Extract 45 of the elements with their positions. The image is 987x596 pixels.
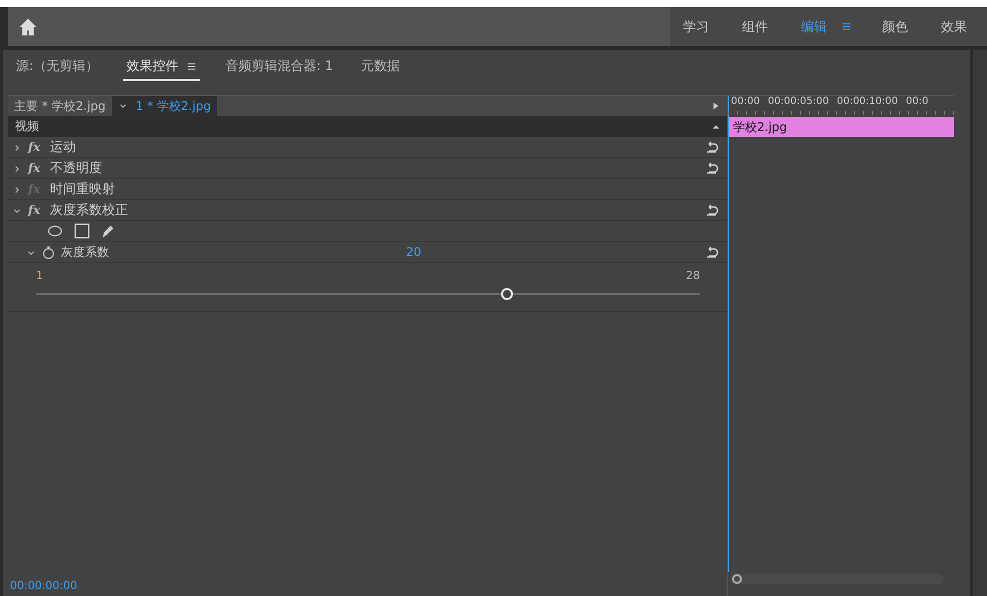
stopwatch-icon xyxy=(42,246,55,258)
slider-min: 1 xyxy=(36,269,43,282)
clip-tab[interactable]: 主要 * 学校2.jpg xyxy=(8,96,112,116)
workspace-tab[interactable]: 颜色 xyxy=(868,18,928,36)
reset-icon[interactable] xyxy=(705,204,719,216)
fx-icon[interactable]: fx xyxy=(28,161,44,175)
horizontal-scrollbar[interactable] xyxy=(730,574,944,584)
workspace-tab[interactable]: 组件 xyxy=(729,18,788,36)
effect-name: 不透明度 xyxy=(50,160,102,177)
panel-tab[interactable]: 源:（无剪辑） xyxy=(13,55,102,81)
slider-thumb[interactable] xyxy=(500,288,513,300)
workspace-tab[interactable]: 编辑 xyxy=(788,18,869,36)
effect-name: 时间重映射 xyxy=(50,181,115,198)
reset-icon[interactable] xyxy=(705,141,719,153)
home-icon xyxy=(18,16,38,36)
panel-tab[interactable]: 元数据 xyxy=(358,55,404,81)
effect-name: 运动 xyxy=(50,139,76,156)
reset-icon[interactable] xyxy=(705,246,719,258)
clip-label: 学校2.jpg xyxy=(733,118,788,136)
ruler-label: 00:00:05:00 xyxy=(768,96,829,107)
menu-icon xyxy=(841,21,852,32)
workspace-tab[interactable]: 效果 xyxy=(928,18,987,36)
menu-icon xyxy=(186,60,198,72)
play-arrow-icon xyxy=(711,101,721,111)
panel-tab[interactable]: 效果控件 xyxy=(123,55,200,81)
ruler-label: 00:00:10:00 xyxy=(836,96,898,107)
fx-icon[interactable]: fx xyxy=(28,140,44,154)
rectangle-mask-icon xyxy=(74,223,90,239)
ruler-label: 00:0 xyxy=(906,96,928,107)
param-name: 灰度系数 xyxy=(61,244,109,260)
param-value[interactable]: 20 xyxy=(406,245,422,259)
panel-tab[interactable]: 音频剪辑混合器: 1 xyxy=(222,55,336,81)
section-label: 视频 xyxy=(15,118,39,135)
time-ruler[interactable]: 00:00 00:00:05:00 00:00:10:00 00:0 xyxy=(728,95,954,116)
ellipse-mask-icon xyxy=(46,224,64,238)
timeline-clip[interactable]: 学校2.jpg xyxy=(728,117,954,137)
slider-max: 28 xyxy=(686,269,700,282)
clip-tab[interactable]: 1 * 学校2.jpg xyxy=(112,96,217,116)
workspace-tab[interactable]: 学习 xyxy=(670,18,730,36)
reset-icon[interactable] xyxy=(705,162,719,174)
timecode[interactable]: 00:00:00:00 xyxy=(10,578,78,592)
pen-icon xyxy=(100,223,116,239)
effect-name: 灰度系数校正 xyxy=(50,202,128,219)
fx-icon[interactable]: fx xyxy=(28,203,44,217)
ruler-label: 00:00 xyxy=(731,96,760,107)
